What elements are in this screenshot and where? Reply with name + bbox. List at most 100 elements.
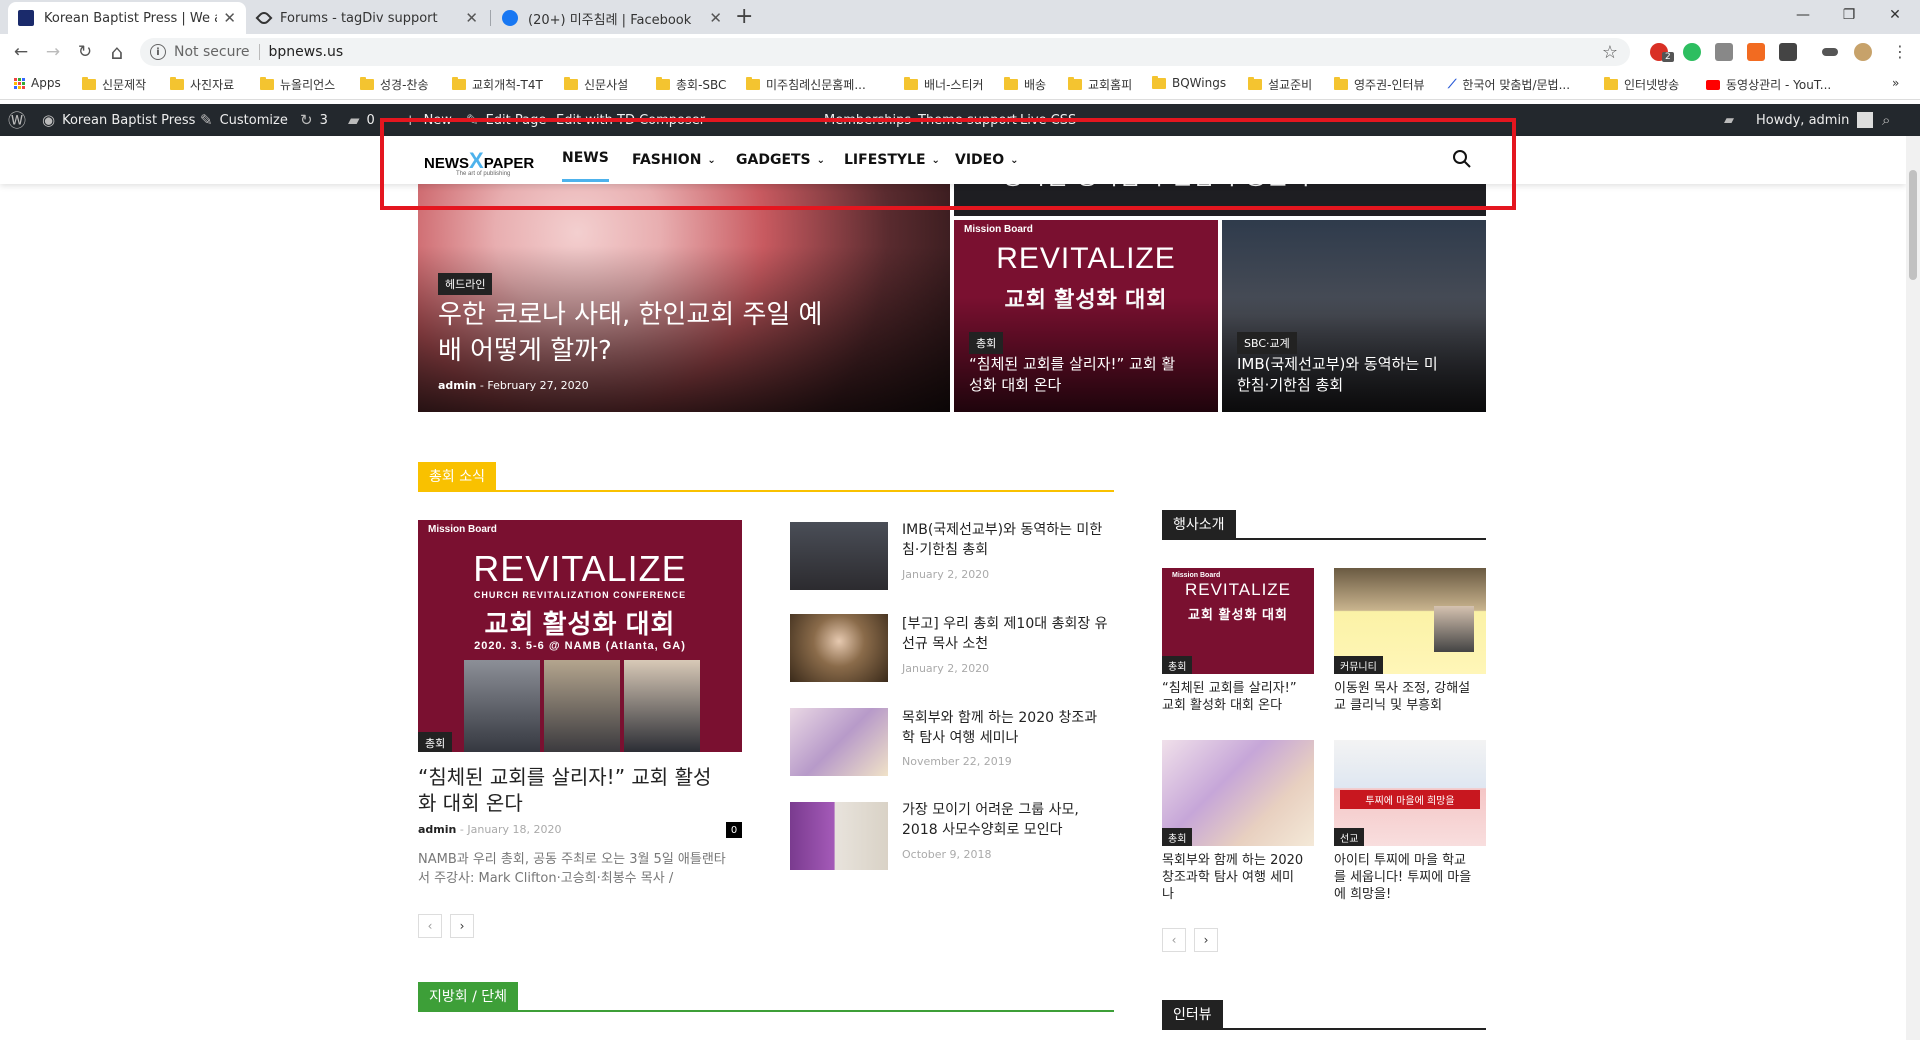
bookmark-folder[interactable]: BQWings xyxy=(1152,75,1226,90)
bookmark-folder[interactable]: 교회개척-T4T xyxy=(452,76,543,93)
home-button[interactable]: ⌂ xyxy=(104,39,130,65)
category-badge[interactable]: 총회 xyxy=(969,332,1004,354)
bookmark-folder[interactable]: 미주침례신문홈페... xyxy=(746,76,866,93)
tab-facebook[interactable]: (20+) 미주침례 | Facebook ✕ xyxy=(492,2,732,34)
title-line: “침체된 교회를 살리자!” xyxy=(1162,681,1297,696)
sidebar-card-title[interactable]: “침체된 교회를 살리자!” 교회 활성화 대회 온다 xyxy=(1162,680,1297,714)
close-tab-icon[interactable]: ✕ xyxy=(465,9,478,27)
wp-notifications-icon[interactable]: ▰ xyxy=(1724,104,1734,136)
category-badge[interactable]: 커뮤니티 xyxy=(1334,656,1383,674)
sidebar-title[interactable]: 행사소개 xyxy=(1162,510,1236,538)
sidebar-prev-button[interactable]: ‹ xyxy=(1162,928,1186,952)
folder-icon xyxy=(1152,75,1166,89)
wp-account[interactable]: Howdy, admin xyxy=(1756,104,1874,136)
close-window-button[interactable]: ✕ xyxy=(1872,0,1918,30)
wp-customize[interactable]: ✎ Customize xyxy=(200,104,288,136)
list-thumbnail[interactable] xyxy=(790,708,888,776)
comment-count-badge[interactable]: 0 xyxy=(726,822,742,838)
wp-search-icon[interactable]: ⌕ xyxy=(1882,104,1890,136)
maximize-button[interactable]: ❐ xyxy=(1826,0,1872,30)
hero-card3-title[interactable]: IMB(국제선교부)와 동역하는 미 한침·기한침 총회 xyxy=(1237,354,1438,396)
sidebar-title[interactable]: 인터뷰 xyxy=(1162,1000,1223,1028)
list-thumbnail[interactable] xyxy=(790,614,888,682)
sidebar-card-image[interactable]: 커뮤니티 xyxy=(1334,568,1486,674)
bookmark-folder[interactable]: 신문사설 xyxy=(564,76,628,93)
sidebar-card-title[interactable]: 아이티 투찌에 마을 학교 를 세웁니다! 투찌에 마을 에 희망을! xyxy=(1334,852,1471,903)
category-badge[interactable]: 총회 xyxy=(418,732,453,752)
tab-korean-baptist-press[interactable]: Korean Baptist Press | We are u ✕ xyxy=(8,2,246,34)
list-item-title[interactable]: 목회부와 함께 하는 2020 창조과 학 탐사 여행 세미나 xyxy=(902,708,1097,748)
bookmark-link[interactable]: ⟋ 한국어 맞춤법/문법... xyxy=(1448,76,1570,93)
info-icon[interactable]: i xyxy=(150,44,166,60)
wp-site-name[interactable]: ◉ Korean Baptist Press xyxy=(42,104,195,136)
bookmark-folder[interactable]: 뉴올리언스 xyxy=(260,76,335,93)
address-bar[interactable]: i Not secure bpnews.us ☆ xyxy=(140,38,1630,66)
bookmark-apps[interactable]: Apps xyxy=(14,76,61,90)
prev-page-button[interactable]: ‹ xyxy=(418,914,442,938)
page-scrollbar[interactable] xyxy=(1906,136,1920,1040)
bookmark-star-icon[interactable]: ☆ xyxy=(1602,42,1618,63)
bookmark-folder[interactable]: 총회-SBC xyxy=(656,76,726,93)
bookmark-folder[interactable]: 배송 xyxy=(1004,76,1046,93)
section-title[interactable]: 총회 소식 xyxy=(418,462,496,490)
hero-card2-title[interactable]: “침체된 교회를 살리자!” 교회 활 성화 대회 온다 xyxy=(969,354,1175,396)
wp-comments[interactable]: ▰ 0 xyxy=(348,104,375,136)
list-thumbnail[interactable] xyxy=(790,522,888,590)
key-icon[interactable] xyxy=(1822,48,1838,56)
url-text[interactable]: bpnews.us xyxy=(269,44,344,60)
hero-main-meta: admin - February 27, 2020 xyxy=(438,379,589,392)
scrollbar-thumb[interactable] xyxy=(1909,170,1917,280)
category-badge[interactable]: 총회 xyxy=(1162,656,1193,674)
hero-card-imb[interactable]: SBC·교계 IMB(국제선교부)와 동역하는 미 한침·기한침 총회 xyxy=(1222,220,1486,412)
category-badge[interactable]: 헤드라인 xyxy=(438,273,493,295)
bookmark-folder[interactable]: 배너-스티커 xyxy=(904,76,984,93)
sidebar-card-title[interactable]: 이동원 목사 조정, 강해설 교 클리닉 및 부흥회 xyxy=(1334,680,1470,714)
wordpress-logo-icon[interactable]: Ⓦ xyxy=(8,104,26,136)
back-button[interactable]: ← xyxy=(8,39,34,65)
close-tab-icon[interactable]: ✕ xyxy=(223,9,236,27)
feature-title[interactable]: “침체된 교회를 살리자!” 교회 활성 화 대회 온다 xyxy=(418,764,711,816)
bookmarks-overflow-button[interactable]: » xyxy=(1892,76,1899,90)
hero-card-revitalize[interactable]: Mission Board REVITALIZE 교회 활성화 대회 총회 “침… xyxy=(954,220,1218,412)
category-badge[interactable]: 선교 xyxy=(1334,828,1365,846)
folder-icon xyxy=(170,77,184,90)
close-tab-icon[interactable]: ✕ xyxy=(709,9,722,27)
author-name[interactable]: admin xyxy=(418,823,456,836)
sidebar-card-image[interactable]: 총회 xyxy=(1162,740,1314,846)
category-badge[interactable]: 총회 xyxy=(1162,828,1193,846)
list-item-title[interactable]: [부고] 우리 총회 제10대 총회장 유 선규 목사 소천 xyxy=(902,614,1108,654)
list-item-title[interactable]: 가장 모이기 어려운 그룹 사모, 2018 사모수양회로 모인다 xyxy=(902,800,1079,840)
bookmark-folder[interactable]: 성경-찬송 xyxy=(360,76,429,93)
bookmark-folder[interactable]: 인터넷방송 xyxy=(1604,76,1679,93)
tab-tagdiv-forums[interactable]: Forums - tagDiv support ✕ xyxy=(248,2,488,34)
list-thumbnail[interactable] xyxy=(790,802,888,870)
sidebar-card-image[interactable]: 투찌에 마을에 희망을 선교 xyxy=(1334,740,1486,846)
bookmark-link[interactable]: 동영상관리 - YouT... xyxy=(1706,76,1831,93)
hero-main-title[interactable]: 우한 코로나 사태, 한인교회 주일 예 배 어떻게 할까? xyxy=(438,297,822,369)
info-extension-icon[interactable] xyxy=(1779,43,1797,61)
bookmark-folder[interactable]: 교회홈피 xyxy=(1068,76,1132,93)
bookmark-folder[interactable]: 설교준비 xyxy=(1248,76,1312,93)
sidebar-card-title[interactable]: 목회부와 함께 하는 2020 창조과학 탐사 여행 세미 나 xyxy=(1162,852,1303,903)
evernote-extension-icon[interactable] xyxy=(1683,43,1701,61)
author-name[interactable]: admin xyxy=(438,379,476,392)
chrome-menu-icon[interactable]: ⋮ xyxy=(1892,42,1908,61)
next-page-button[interactable]: › xyxy=(450,914,474,938)
sidebar-card-image[interactable]: Mission Board REVITALIZE 교회 활성화 대회 총회 xyxy=(1162,568,1314,674)
bookmark-folder[interactable]: 사진자료 xyxy=(170,76,234,93)
list-item-title[interactable]: IMB(국제선교부)와 동역하는 미한 침·기한침 총회 xyxy=(902,520,1102,560)
bookmark-folder[interactable]: 신문제작 xyxy=(82,76,146,93)
reload-button[interactable]: ↻ xyxy=(72,39,98,65)
forward-button[interactable]: → xyxy=(40,39,66,65)
new-tab-button[interactable]: + xyxy=(735,4,753,29)
wp-updates[interactable]: ↻ 3 xyxy=(300,104,328,136)
minimize-button[interactable]: — xyxy=(1780,0,1826,30)
camera-extension-icon[interactable] xyxy=(1715,43,1733,61)
orange-extension-icon[interactable] xyxy=(1747,43,1765,61)
feature-image[interactable]: Mission Board REVITALIZE CHURCH REVITALI… xyxy=(418,520,742,752)
section-title[interactable]: 지방회 / 단체 xyxy=(418,982,519,1010)
category-badge[interactable]: SBC·교계 xyxy=(1237,332,1297,354)
profile-avatar[interactable] xyxy=(1854,43,1872,61)
bookmark-folder[interactable]: 영주권-인터뷰 xyxy=(1334,76,1425,93)
sidebar-next-button[interactable]: › xyxy=(1194,928,1218,952)
